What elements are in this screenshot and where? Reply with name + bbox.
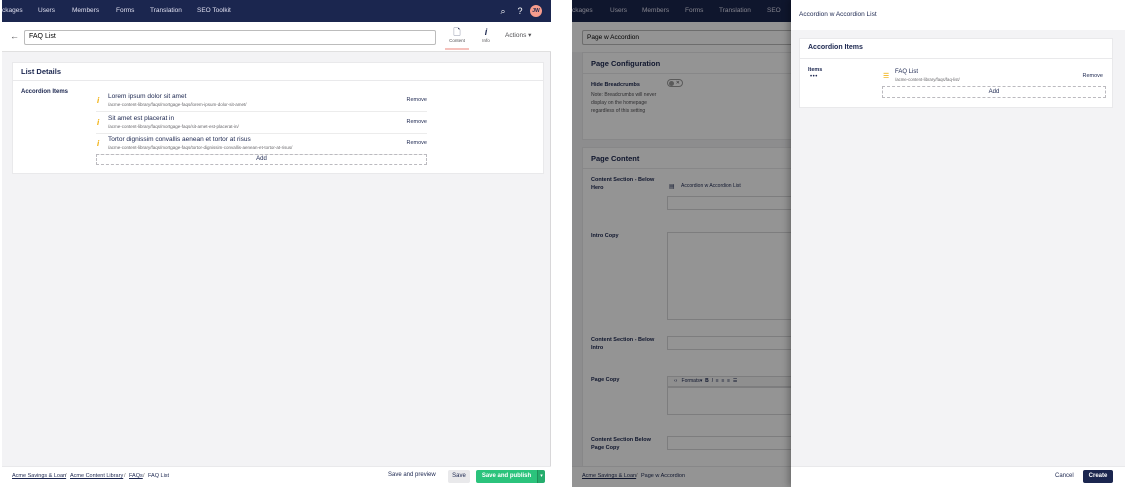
nav-forms[interactable]: Forms bbox=[116, 0, 134, 22]
accordion-items-card: Accordion Items Items ••• ☰ FAQ List /ac… bbox=[799, 38, 1113, 108]
breadcrumb-separator: / bbox=[65, 473, 67, 479]
item-name[interactable]: Tortor dignissim convallis aenean et tor… bbox=[108, 136, 251, 143]
cancel-button[interactable]: Cancel bbox=[1055, 473, 1074, 479]
save-and-preview-button[interactable]: Save and preview bbox=[388, 472, 436, 478]
caret-down-icon: ▾ bbox=[528, 32, 532, 39]
list-item[interactable]: i Lorem ipsum dolor sit amet /acme-conte… bbox=[96, 91, 427, 112]
nav-translation[interactable]: Translation bbox=[150, 0, 182, 22]
nav-seo-toolkit[interactable]: SEO Toolkit bbox=[197, 0, 231, 22]
add-item-button[interactable]: Add bbox=[882, 86, 1106, 98]
list-item[interactable]: i Sit amet est placerat in /acme-content… bbox=[96, 113, 427, 134]
accordion-items-label: Accordion Items bbox=[21, 89, 69, 95]
item-name[interactable]: Lorem ipsum dolor sit amet bbox=[108, 93, 186, 100]
breadcrumb-item[interactable]: Acme Content Library bbox=[70, 473, 123, 479]
remove-button[interactable]: Remove bbox=[1083, 73, 1103, 79]
item-path: /acme-content-library/faqs/faq-list/ bbox=[895, 77, 960, 82]
item-path: /acme-content-library/faqs/mortgage-faqs… bbox=[108, 124, 239, 129]
remove-button[interactable]: Remove bbox=[407, 97, 427, 103]
tab-content-label: Content bbox=[449, 38, 465, 43]
item-name[interactable]: FAQ List bbox=[895, 69, 918, 75]
actions-button[interactable]: Actions ▾ bbox=[505, 31, 531, 39]
content-editor-left: ckages Users Members Forms Translation S… bbox=[2, 0, 551, 487]
document-icon: 🗋 bbox=[453, 27, 461, 37]
content-name-input[interactable]: FAQ List bbox=[24, 30, 436, 45]
create-button[interactable]: Create bbox=[1083, 470, 1113, 483]
save-button[interactable]: Save bbox=[448, 470, 470, 483]
dialog-footer: Cancel Create bbox=[791, 466, 1125, 487]
save-and-publish-button[interactable]: Save and publish bbox=[476, 470, 537, 483]
help-icon[interactable]: ? bbox=[514, 5, 526, 17]
content-editor-right: ckages Users Members Forms Translation S… bbox=[572, 0, 1125, 487]
top-navigation: ckages Users Members Forms Translation S… bbox=[2, 0, 551, 22]
search-icon[interactable]: ⌕ bbox=[497, 5, 509, 17]
list-item[interactable]: i Tortor dignissim convallis aenean et t… bbox=[96, 134, 427, 155]
card-title: List Details bbox=[21, 67, 62, 76]
actions-label: Actions bbox=[505, 32, 527, 39]
info-icon: i bbox=[484, 27, 488, 37]
avatar[interactable]: JW bbox=[530, 5, 542, 17]
block-editor-dialog: Accordion w Accordion List Accordion Ite… bbox=[791, 0, 1125, 487]
item-path: /acme-content-library/faqs/mortgage-faqs… bbox=[108, 102, 247, 107]
card-title: Accordion Items bbox=[808, 44, 863, 51]
editor-footer: Acme Savings & Loan / Acme Content Libra… bbox=[2, 466, 551, 487]
back-arrow-icon[interactable]: ← bbox=[10, 31, 19, 41]
breadcrumb-current: FAQ List bbox=[148, 473, 170, 479]
divider bbox=[13, 80, 543, 81]
add-item-button[interactable]: Add bbox=[96, 154, 427, 165]
breadcrumb-item[interactable]: Acme Savings & Loan bbox=[12, 473, 66, 479]
item-path: /acme-content-library/faqs/mortgage-faqs… bbox=[108, 145, 293, 150]
nav-packages[interactable]: ckages bbox=[2, 0, 23, 22]
warning-icon: i bbox=[97, 139, 100, 148]
item-name[interactable]: Sit amet est placerat in bbox=[108, 115, 174, 122]
breadcrumb-separator: / bbox=[143, 473, 145, 479]
tab-info-label: Info bbox=[482, 38, 490, 43]
list-icon: ☰ bbox=[883, 73, 890, 80]
dialog-title: Accordion w Accordion List bbox=[799, 11, 877, 18]
breadcrumb-item[interactable]: FAQs bbox=[129, 473, 143, 479]
divider bbox=[800, 58, 1112, 59]
breadcrumb-separator: / bbox=[124, 473, 126, 479]
warning-icon: i bbox=[97, 96, 100, 105]
remove-button[interactable]: Remove bbox=[407, 140, 427, 146]
items-required-indicator: ••• bbox=[810, 74, 818, 80]
tab-content[interactable]: 🗋 Content bbox=[445, 26, 469, 50]
items-label: Items bbox=[808, 67, 823, 73]
publish-options-caret-icon[interactable]: ▾ bbox=[537, 470, 545, 483]
list-details-card: List Details Accordion Items i Lorem ips… bbox=[12, 62, 544, 174]
editor-header: ← FAQ List 🗋 Content i Info Actions ▾ bbox=[2, 22, 551, 52]
tab-info[interactable]: i Info bbox=[474, 26, 498, 50]
nav-users[interactable]: Users bbox=[38, 0, 55, 22]
warning-icon: i bbox=[97, 118, 100, 127]
remove-button[interactable]: Remove bbox=[407, 119, 427, 125]
nav-members[interactable]: Members bbox=[72, 0, 99, 22]
dialog-header: Accordion w Accordion List bbox=[791, 0, 1125, 30]
